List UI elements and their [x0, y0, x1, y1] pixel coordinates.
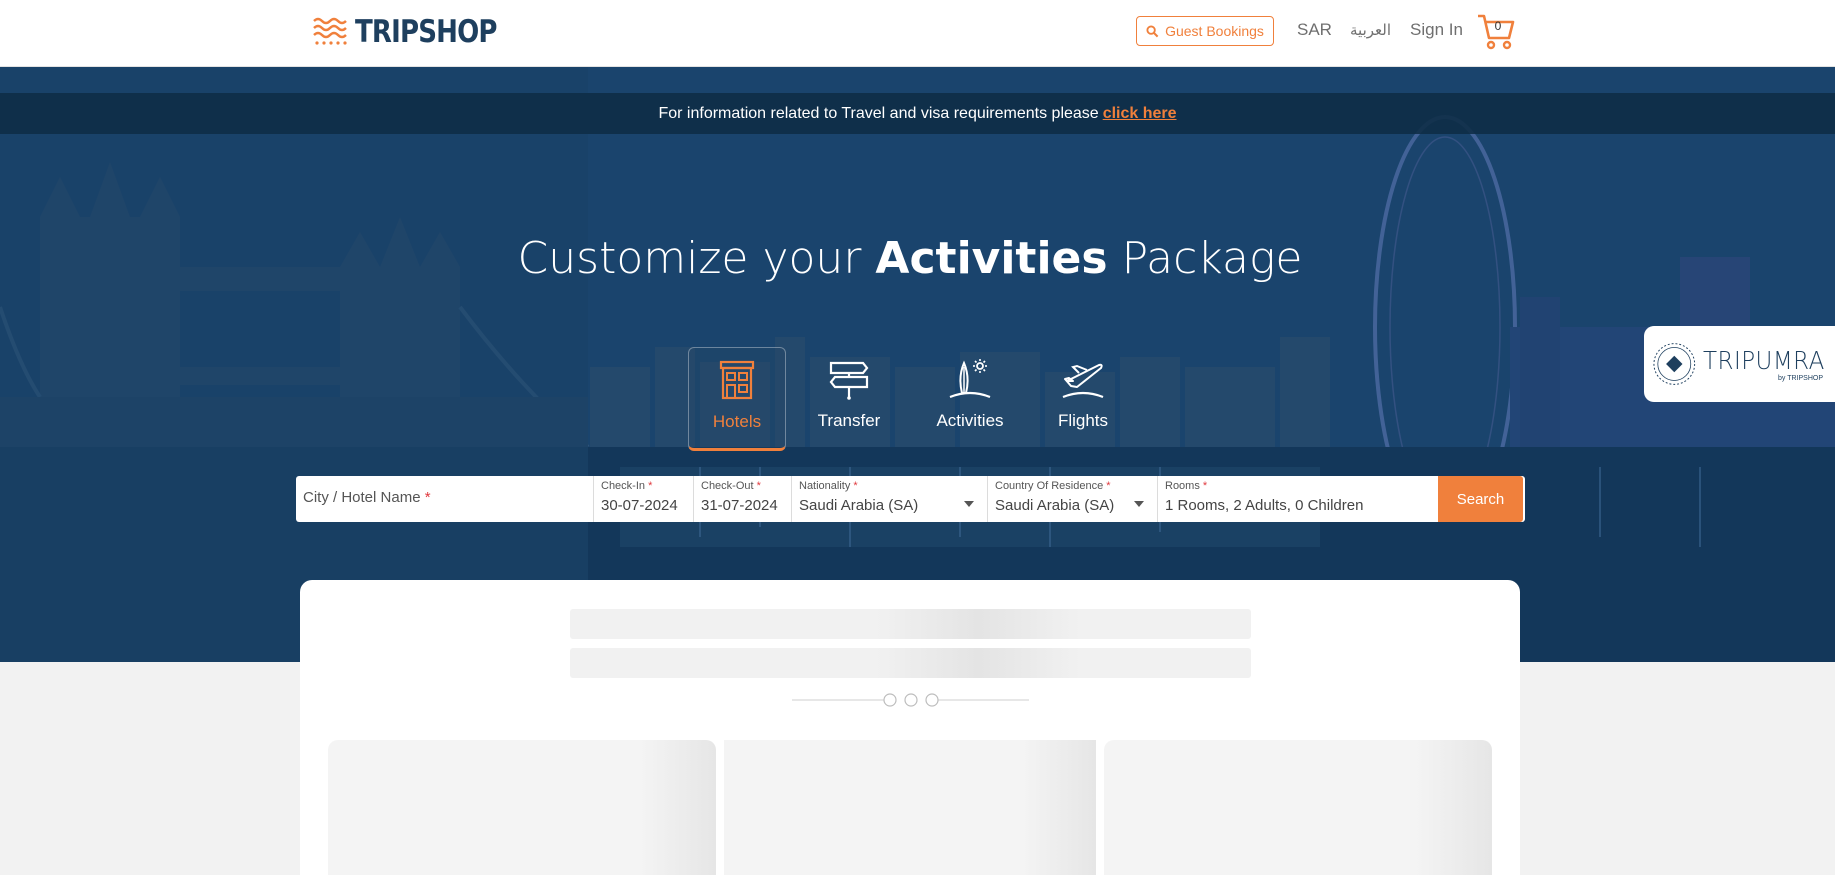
- tab-transfer-label: Transfer: [817, 411, 881, 430]
- tripumra-badge[interactable]: TRIPUMRA by TRIPSHOP: [1644, 326, 1835, 402]
- tripumra-name: TRIPUMRA: [1702, 346, 1825, 375]
- hotel-search-form: City / Hotel Name * Check-In * 30-07-202…: [296, 476, 1525, 522]
- tab-hotels[interactable]: Hotels: [688, 347, 786, 451]
- visa-info-text: For information related to Travel and vi…: [658, 104, 1099, 122]
- tab-activities-label: Activities: [936, 411, 1004, 430]
- chevron-down-icon: [964, 501, 974, 507]
- signpost-icon: [829, 361, 869, 400]
- plane-icon: [1062, 363, 1104, 399]
- product-tabs: Hotels Transfer Activities Flights: [688, 347, 1113, 451]
- checkout-field[interactable]: Check-Out * 31-07-2024: [694, 476, 792, 522]
- tab-activities[interactable]: Activities: [921, 347, 1019, 451]
- language-switch[interactable]: العربية: [1350, 21, 1391, 39]
- loading-dots-icon: [792, 693, 1029, 707]
- hero-title-post: Package: [1121, 233, 1303, 284]
- residence-label: Country Of Residence *: [995, 480, 1111, 492]
- nationality-label: Nationality *: [799, 480, 858, 492]
- hero-title-pre: Customize your: [517, 233, 862, 284]
- logo-text: TRIPSHOP: [355, 14, 497, 50]
- site-header: TRIPSHOP Guest Bookings SAR العربية Sign…: [0, 0, 1835, 67]
- search-icon: [1146, 24, 1159, 37]
- checkin-label: Check-In *: [601, 480, 653, 492]
- beach-activities-icon: [949, 359, 991, 399]
- search-button[interactable]: Search: [1438, 476, 1523, 522]
- visa-info-banner: For information related to Travel and vi…: [0, 93, 1835, 134]
- guest-bookings-button[interactable]: Guest Bookings: [1136, 16, 1274, 46]
- content-card: [300, 580, 1520, 875]
- tripumra-text: TRIPUMRA by TRIPSHOP: [1703, 346, 1835, 382]
- skeleton-line: [570, 609, 1251, 639]
- tab-transfer[interactable]: Transfer: [800, 347, 898, 451]
- hero-section: For information related to Travel and vi…: [0, 67, 1835, 662]
- guest-bookings-label: Guest Bookings: [1165, 23, 1264, 39]
- skeleton-card: [1104, 740, 1492, 875]
- city-hotel-field[interactable]: City / Hotel Name *: [296, 476, 594, 522]
- tab-flights-label: Flights: [1057, 411, 1109, 430]
- skeleton-line: [570, 648, 1251, 678]
- residence-select[interactable]: Country Of Residence * Saudi Arabia (SA): [988, 476, 1158, 522]
- checkout-value: 31-07-2024: [701, 497, 778, 514]
- sign-in-link[interactable]: Sign In: [1410, 20, 1463, 40]
- skeleton-card: [328, 740, 716, 875]
- tab-flights[interactable]: Flights: [1034, 347, 1132, 451]
- visa-info-link[interactable]: click here: [1103, 105, 1177, 123]
- chevron-down-icon: [1134, 501, 1144, 507]
- rooms-label: Rooms *: [1165, 480, 1208, 492]
- city-hotel-placeholder: City / Hotel Name *: [303, 489, 431, 506]
- checkin-field[interactable]: Check-In * 30-07-2024: [594, 476, 694, 522]
- cart-count: 0: [1494, 19, 1502, 33]
- tab-hotels-label: Hotels: [712, 412, 762, 431]
- waves-logo-icon: [313, 17, 347, 45]
- rooms-value: 1 Rooms, 2 Adults, 0 Children: [1165, 497, 1364, 514]
- hotel-icon: [719, 360, 755, 400]
- hero-title-bold: Activities: [875, 233, 1108, 284]
- tripshop-logo[interactable]: TRIPSHOP: [313, 13, 524, 51]
- tripumra-sub: by TRIPSHOP: [1778, 375, 1823, 382]
- tripumra-logo-icon: [1653, 343, 1696, 385]
- hero-title: Customize your Activities Package: [0, 233, 1820, 284]
- nationality-value: Saudi Arabia (SA): [799, 497, 919, 514]
- checkout-label: Check-Out *: [701, 480, 761, 492]
- residence-value: Saudi Arabia (SA): [995, 497, 1115, 514]
- currency-selector[interactable]: SAR: [1297, 20, 1332, 40]
- rooms-field[interactable]: Rooms * 1 Rooms, 2 Adults, 0 Children: [1158, 476, 1438, 522]
- skeleton-card: [724, 740, 1096, 875]
- nationality-select[interactable]: Nationality * Saudi Arabia (SA): [792, 476, 988, 522]
- checkin-value: 30-07-2024: [601, 497, 678, 514]
